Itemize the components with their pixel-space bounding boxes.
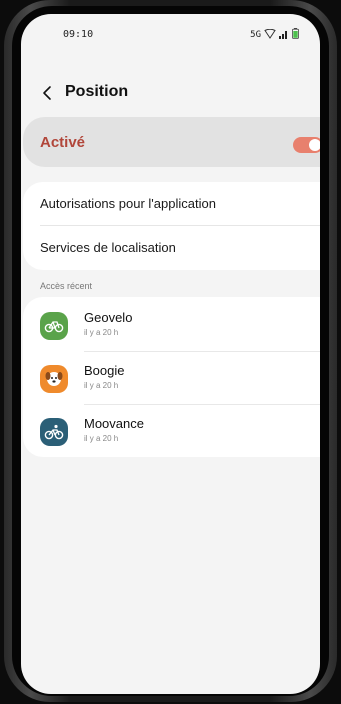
app-name: Boogie <box>84 363 125 378</box>
app-item-boogie[interactable]: Boogie il y a 20 h <box>23 352 320 405</box>
app-permissions-label: Autorisations pour l'application <box>40 196 216 211</box>
recent-access-card: Geovelo il y a 20 h Boogie il y a 20 h M… <box>23 297 320 457</box>
settings-card: Autorisations pour l'application Service… <box>23 182 320 270</box>
status-bar: 09:10 5G <box>21 14 320 56</box>
wifi-icon <box>264 28 276 41</box>
app-permissions-item[interactable]: Autorisations pour l'application <box>23 182 320 226</box>
app-name: Geovelo <box>84 310 133 325</box>
location-master-toggle-row[interactable]: Activé <box>23 117 320 167</box>
network-type: 5G <box>250 29 261 40</box>
master-toggle-label: Activé <box>40 134 86 151</box>
status-icons: 5G <box>250 28 299 41</box>
phone-screen: 09:10 5G Position Activé Autorisations p… <box>21 14 320 694</box>
app-item-geovelo[interactable]: Geovelo il y a 20 h <box>23 299 320 352</box>
app-last-access: il y a 20 h <box>84 328 119 337</box>
signal-icon <box>279 29 289 41</box>
bicycle-icon <box>40 312 68 340</box>
header: Position <box>21 76 320 110</box>
status-time: 09:10 <box>63 29 94 40</box>
dog-icon <box>40 365 68 393</box>
bike-rider-icon <box>40 418 68 446</box>
location-services-item[interactable]: Services de localisation <box>23 226 320 270</box>
recent-access-title: Accès récent <box>40 281 93 291</box>
app-item-moovance[interactable]: Moovance il y a 20 h <box>23 405 320 457</box>
back-button[interactable] <box>36 80 58 106</box>
location-toggle-switch[interactable] <box>293 137 320 153</box>
location-services-label: Services de localisation <box>40 240 176 255</box>
app-name: Moovance <box>84 416 144 431</box>
app-last-access: il y a 20 h <box>84 434 119 443</box>
toggle-knob <box>309 139 320 151</box>
app-last-access: il y a 20 h <box>84 381 119 390</box>
battery-icon <box>292 28 299 41</box>
chevron-left-icon <box>43 86 51 100</box>
page-title: Position <box>65 83 129 100</box>
